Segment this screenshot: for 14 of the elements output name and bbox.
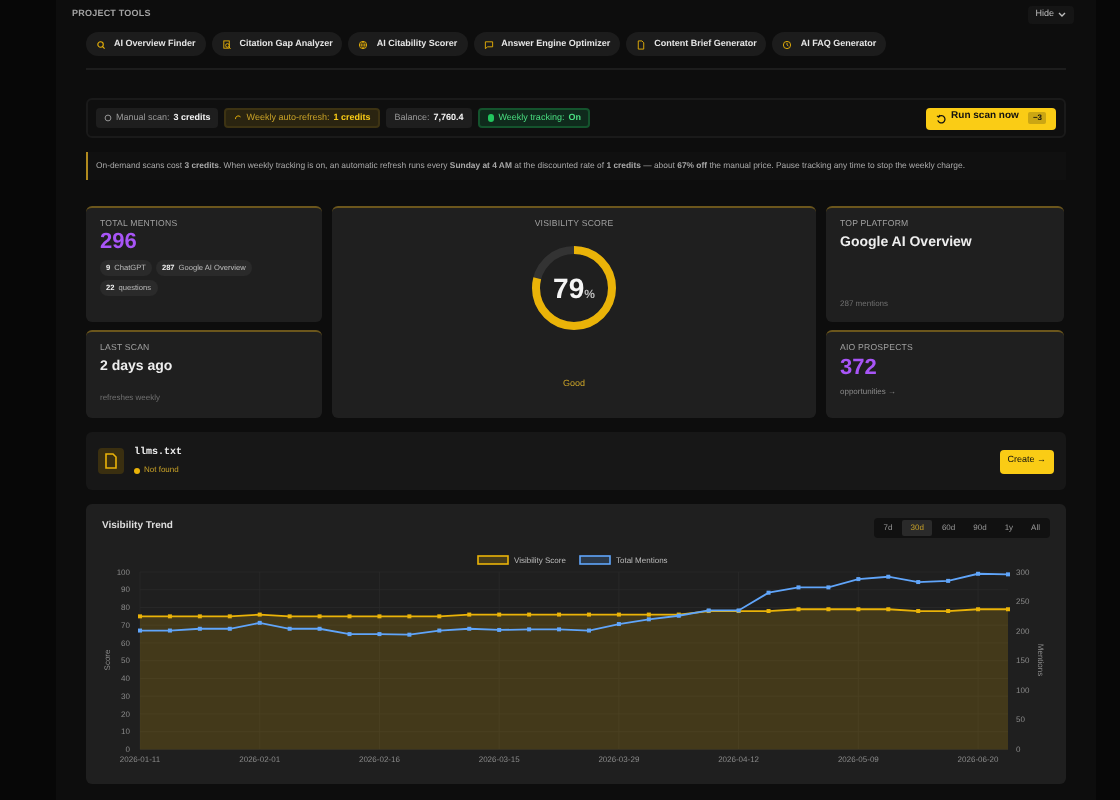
search-icon (96, 39, 106, 49)
score-gauge (528, 242, 620, 335)
refresh-icon (935, 113, 946, 123)
globe-icon (358, 39, 369, 49)
document-icon (636, 39, 647, 49)
legend-swatch (477, 555, 509, 565)
document-search-icon (221, 39, 232, 49)
refresh-icon (234, 114, 243, 122)
chevron-icon (1058, 12, 1066, 18)
file-icon (98, 448, 124, 474)
prospects-value: 372 (840, 356, 879, 383)
chat-icon (483, 39, 494, 49)
legend-swatch (579, 555, 611, 565)
mentions-value: 296 (100, 230, 139, 257)
